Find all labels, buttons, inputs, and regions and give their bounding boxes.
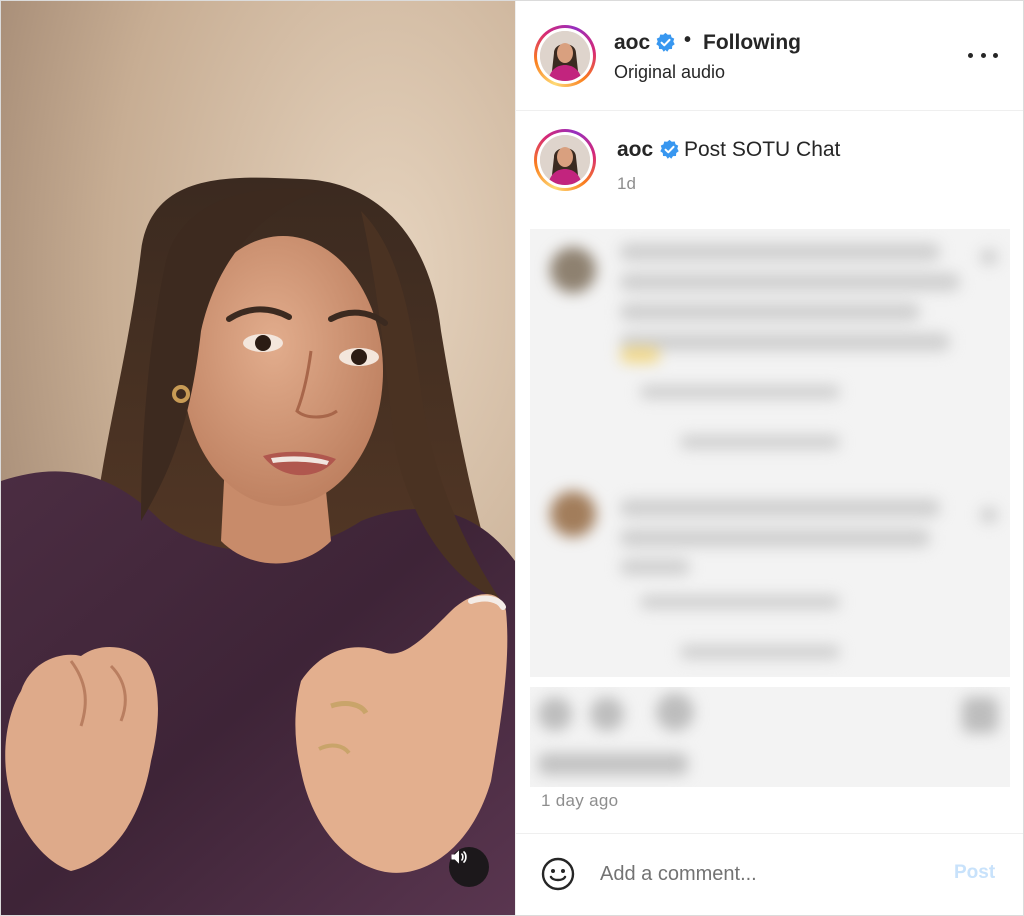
- more-options-icon[interactable]: [968, 45, 998, 65]
- post-dialog: aoc • Following Original audio aoc Post …: [0, 0, 1024, 916]
- separator-dot: •: [684, 29, 692, 51]
- original-audio-link[interactable]: Original audio: [614, 62, 725, 83]
- sound-toggle-button[interactable]: [449, 847, 489, 887]
- author-avatar[interactable]: [534, 25, 596, 87]
- caption-timestamp[interactable]: 1d: [617, 174, 636, 194]
- profile-photo-icon: [540, 31, 590, 81]
- post-header: aoc • Following Original audio: [516, 1, 1023, 111]
- post-date[interactable]: 1 day ago: [541, 791, 618, 811]
- comment-form: Post: [516, 833, 1023, 915]
- blurred-actions-likes: [530, 687, 1010, 787]
- caption-author-avatar[interactable]: [534, 129, 596, 191]
- author-username[interactable]: aoc: [614, 31, 650, 55]
- following-button[interactable]: Following: [703, 31, 801, 55]
- verified-badge-icon: [655, 32, 676, 53]
- caption-username[interactable]: aoc: [617, 138, 653, 162]
- caption-text: Post SOTU Chat: [684, 138, 841, 161]
- post-comment-button[interactable]: Post: [954, 862, 995, 884]
- video-player[interactable]: [1, 1, 515, 915]
- post-details-panel: aoc • Following Original audio aoc Post …: [515, 1, 1023, 915]
- post-caption: aoc Post SOTU Chat 1d: [516, 111, 1023, 221]
- speaker-icon: [451, 850, 467, 864]
- verified-badge-icon: [659, 139, 680, 160]
- comment-input[interactable]: [600, 856, 940, 892]
- profile-photo-icon: [540, 135, 590, 185]
- video-frame: [1, 1, 515, 915]
- blurred-comments: [530, 229, 1010, 677]
- emoji-icon[interactable]: [540, 856, 576, 892]
